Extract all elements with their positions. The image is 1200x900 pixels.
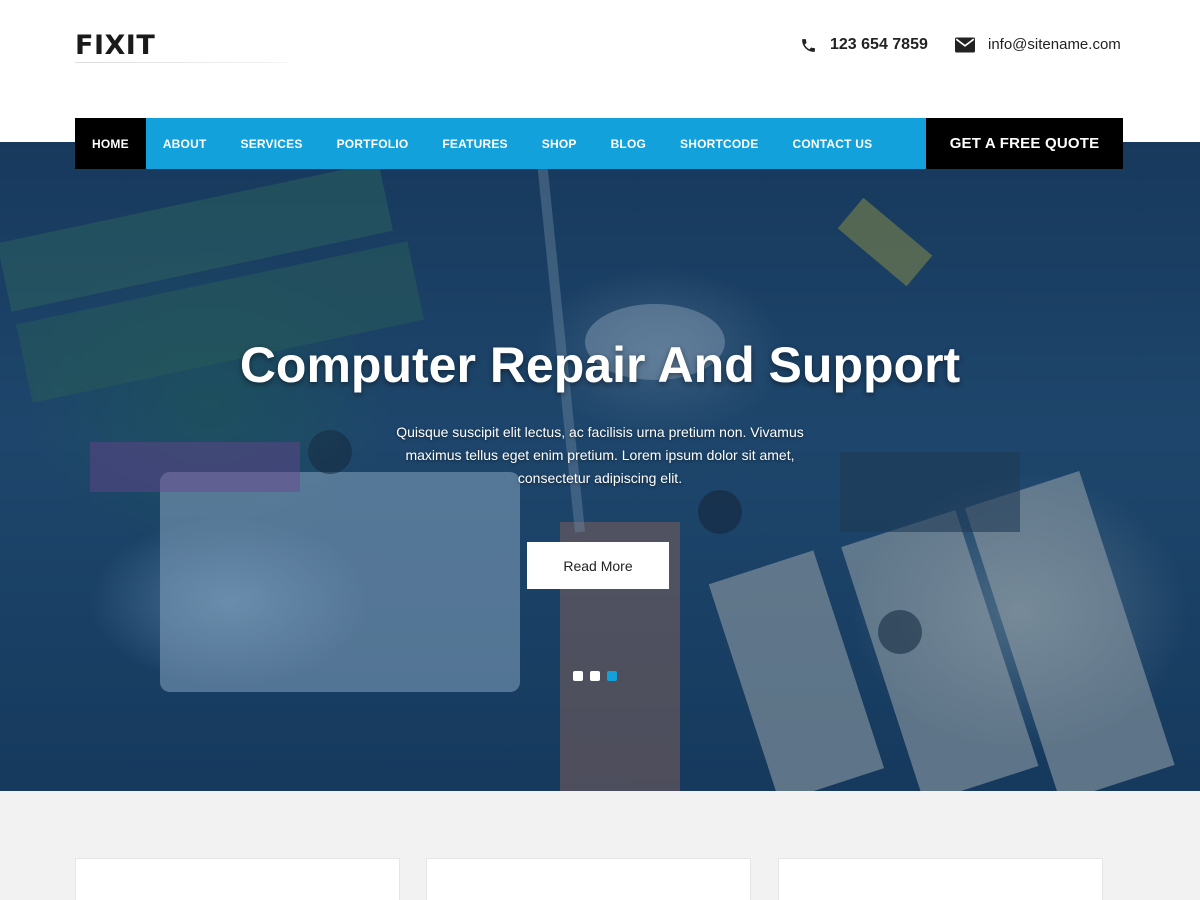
slider-dot-3[interactable]	[607, 671, 617, 681]
nav-item-shortcode[interactable]: SHORTCODE	[663, 118, 775, 169]
slider-dot-2[interactable]	[590, 671, 600, 681]
feature-card-2[interactable]	[426, 858, 751, 900]
nav-item-services[interactable]: SERVICES	[223, 118, 319, 169]
get-quote-button[interactable]: GET A FREE QUOTE	[926, 118, 1123, 169]
envelope-icon	[955, 37, 975, 52]
phone-icon	[802, 38, 815, 52]
read-more-button[interactable]: Read More	[527, 542, 669, 589]
nav-item-contact-us[interactable]: CONTACT US	[776, 118, 890, 169]
email-address: info@sitename.com	[988, 36, 1121, 53]
logo-tagline-line	[75, 62, 287, 63]
hero-description: Quisque suscipit elit lectus, ac facilis…	[396, 424, 804, 486]
hero-slider: Computer Repair And Support Quisque susc…	[0, 142, 1200, 791]
nav-item-blog[interactable]: BLOG	[594, 118, 663, 169]
hero-title: Computer Repair And Support	[239, 337, 961, 393]
features-section	[0, 791, 1200, 900]
nav-item-about[interactable]: ABOUT	[146, 118, 224, 169]
nav-item-features[interactable]: FEATURES	[425, 118, 524, 169]
nav-item-portfolio[interactable]: PORTFOLIO	[320, 118, 426, 169]
header-phone[interactable]: 123 654 7859	[800, 36, 928, 54]
feature-card-3[interactable]	[778, 858, 1103, 900]
header-email[interactable]: info@sitename.com	[955, 36, 1121, 53]
nav-item-home[interactable]: HOME	[75, 118, 146, 169]
nav-item-shop[interactable]: SHOP	[525, 118, 594, 169]
feature-card-1[interactable]	[75, 858, 400, 900]
slider-dots	[573, 671, 624, 681]
site-logo[interactable]: FIXIT	[75, 30, 155, 61]
phone-number: 123 654 7859	[830, 36, 928, 53]
slider-dot-1[interactable]	[573, 671, 583, 681]
main-navigation: HOME ABOUT SERVICES PORTFOLIO FEATURES S…	[75, 118, 926, 169]
